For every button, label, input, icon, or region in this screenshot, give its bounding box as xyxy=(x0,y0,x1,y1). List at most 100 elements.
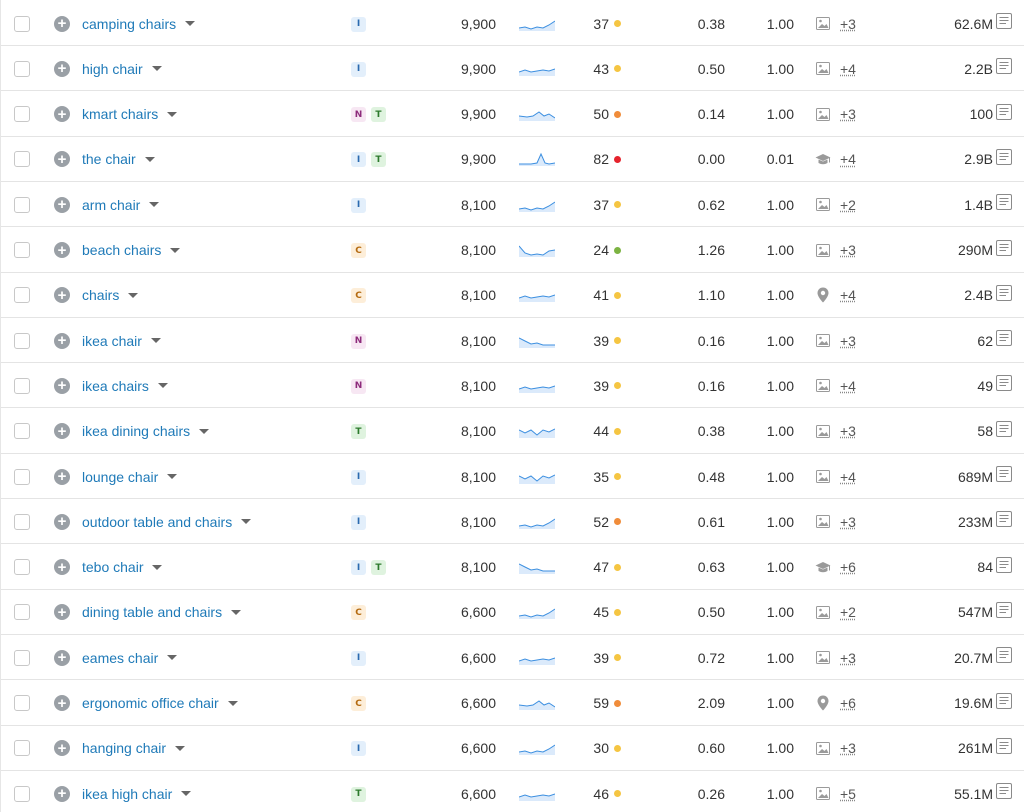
serp-document-icon[interactable] xyxy=(996,375,1012,396)
serp-document-icon[interactable] xyxy=(996,239,1012,261)
add-to-list-icon[interactable]: + xyxy=(54,106,70,123)
serp-features-more[interactable]: +3 xyxy=(840,106,856,122)
keyword-link[interactable]: arm chair xyxy=(82,197,140,213)
add-to-list-icon[interactable]: + xyxy=(54,604,70,621)
row-checkbox[interactable] xyxy=(14,740,30,757)
row-checkbox[interactable] xyxy=(14,377,30,394)
row-checkbox[interactable] xyxy=(14,649,30,666)
serp-features-more[interactable]: +6 xyxy=(840,695,856,711)
row-checkbox[interactable] xyxy=(14,151,30,168)
add-to-list-icon[interactable]: + xyxy=(54,60,70,77)
row-checkbox[interactable] xyxy=(14,604,30,621)
chevron-down-icon[interactable] xyxy=(167,474,178,479)
chevron-down-icon[interactable] xyxy=(185,21,196,26)
chevron-down-icon[interactable] xyxy=(227,700,238,706)
add-to-list-icon[interactable]: + xyxy=(54,649,70,666)
keyword-link[interactable]: ikea chair xyxy=(82,333,142,349)
chevron-down-icon[interactable] xyxy=(175,745,186,751)
serp-features-more[interactable]: +4 xyxy=(840,287,856,303)
serp-document-icon[interactable] xyxy=(996,737,1012,759)
row-checkbox[interactable] xyxy=(14,695,30,711)
serp-features-more[interactable]: +3 xyxy=(840,423,856,439)
serp-features-more[interactable]: +3 xyxy=(840,16,856,32)
serp-document-icon[interactable] xyxy=(996,601,1012,623)
keyword-link[interactable]: dining table and chairs xyxy=(82,604,222,620)
add-to-list-icon[interactable]: + xyxy=(54,423,70,440)
keyword-link[interactable]: kmart chairs xyxy=(82,106,158,122)
serp-document-icon[interactable] xyxy=(996,103,1012,125)
row-checkbox[interactable] xyxy=(14,785,30,802)
chevron-down-icon[interactable] xyxy=(167,655,178,661)
serp-document-icon[interactable] xyxy=(996,466,1012,487)
add-to-list-icon[interactable]: + xyxy=(54,468,70,485)
serp-document-icon[interactable] xyxy=(996,647,1012,668)
add-to-list-icon[interactable]: + xyxy=(54,287,70,304)
serp-document-icon[interactable] xyxy=(996,148,1012,170)
keyword-link[interactable]: outdoor table and chairs xyxy=(82,514,232,530)
row-checkbox[interactable] xyxy=(14,513,30,530)
row-checkbox[interactable] xyxy=(14,468,30,485)
keyword-link[interactable]: the chair xyxy=(82,151,136,167)
serp-document-icon[interactable] xyxy=(996,13,1012,34)
serp-features-more[interactable]: +4 xyxy=(840,469,856,485)
keyword-link[interactable]: camping chairs xyxy=(82,16,176,32)
add-to-list-icon[interactable]: + xyxy=(54,785,70,802)
row-checkbox[interactable] xyxy=(14,196,30,213)
keyword-link[interactable]: beach chairs xyxy=(82,242,161,258)
serp-document-icon[interactable] xyxy=(996,284,1012,306)
row-checkbox[interactable] xyxy=(14,106,30,123)
add-to-list-icon[interactable]: + xyxy=(54,513,70,530)
serp-features-more[interactable]: +4 xyxy=(840,61,856,77)
serp-document-icon[interactable] xyxy=(996,420,1012,442)
chevron-down-icon[interactable] xyxy=(231,609,242,615)
keyword-link[interactable]: hanging chair xyxy=(82,740,166,756)
chevron-down-icon[interactable] xyxy=(149,202,160,208)
serp-document-icon[interactable] xyxy=(996,58,1012,79)
keyword-link[interactable]: ikea dining chairs xyxy=(82,423,190,439)
row-checkbox[interactable] xyxy=(14,242,30,258)
keyword-link[interactable]: chairs xyxy=(82,287,119,303)
serp-document-icon[interactable] xyxy=(996,194,1012,215)
add-to-list-icon[interactable]: + xyxy=(54,15,70,32)
keyword-link[interactable]: ikea high chair xyxy=(82,786,172,802)
add-to-list-icon[interactable]: + xyxy=(54,695,70,711)
add-to-list-icon[interactable]: + xyxy=(54,559,70,576)
row-checkbox[interactable] xyxy=(14,332,30,349)
chevron-down-icon[interactable] xyxy=(199,428,210,434)
serp-features-more[interactable]: +4 xyxy=(840,151,856,167)
row-checkbox[interactable] xyxy=(14,559,30,576)
add-to-list-icon[interactable]: + xyxy=(54,196,70,213)
chevron-down-icon[interactable] xyxy=(170,247,181,253)
chevron-down-icon[interactable] xyxy=(241,519,252,525)
row-checkbox[interactable] xyxy=(14,60,30,77)
serp-features-more[interactable]: +4 xyxy=(840,378,856,394)
chevron-down-icon[interactable] xyxy=(152,564,163,570)
add-to-list-icon[interactable]: + xyxy=(54,377,70,394)
keyword-link[interactable]: ergonomic office chair xyxy=(82,695,219,711)
add-to-list-icon[interactable]: + xyxy=(54,151,70,168)
serp-document-icon[interactable] xyxy=(996,556,1012,578)
serp-features-more[interactable]: +2 xyxy=(840,197,856,213)
serp-document-icon[interactable] xyxy=(996,692,1012,714)
keyword-link[interactable]: ikea chairs xyxy=(82,378,149,394)
keyword-link[interactable]: lounge chair xyxy=(82,469,158,485)
chevron-down-icon[interactable] xyxy=(151,66,162,72)
add-to-list-icon[interactable]: + xyxy=(54,242,70,258)
serp-features-more[interactable]: +3 xyxy=(840,333,856,349)
serp-features-more[interactable]: +3 xyxy=(840,740,856,756)
chevron-down-icon[interactable] xyxy=(181,791,192,797)
add-to-list-icon[interactable]: + xyxy=(54,332,70,349)
row-checkbox[interactable] xyxy=(14,423,30,440)
row-checkbox[interactable] xyxy=(14,287,30,304)
keyword-link[interactable]: high chair xyxy=(82,61,143,77)
serp-features-more[interactable]: +2 xyxy=(840,604,856,620)
keyword-link[interactable]: tebo chair xyxy=(82,559,143,575)
chevron-down-icon[interactable] xyxy=(128,292,139,298)
serp-document-icon[interactable] xyxy=(996,511,1012,532)
add-to-list-icon[interactable]: + xyxy=(54,740,70,757)
chevron-down-icon[interactable] xyxy=(167,111,178,117)
serp-features-more[interactable]: +5 xyxy=(840,786,856,802)
keyword-link[interactable]: eames chair xyxy=(82,650,158,666)
serp-features-more[interactable]: +3 xyxy=(840,242,856,258)
row-checkbox[interactable] xyxy=(14,15,30,32)
